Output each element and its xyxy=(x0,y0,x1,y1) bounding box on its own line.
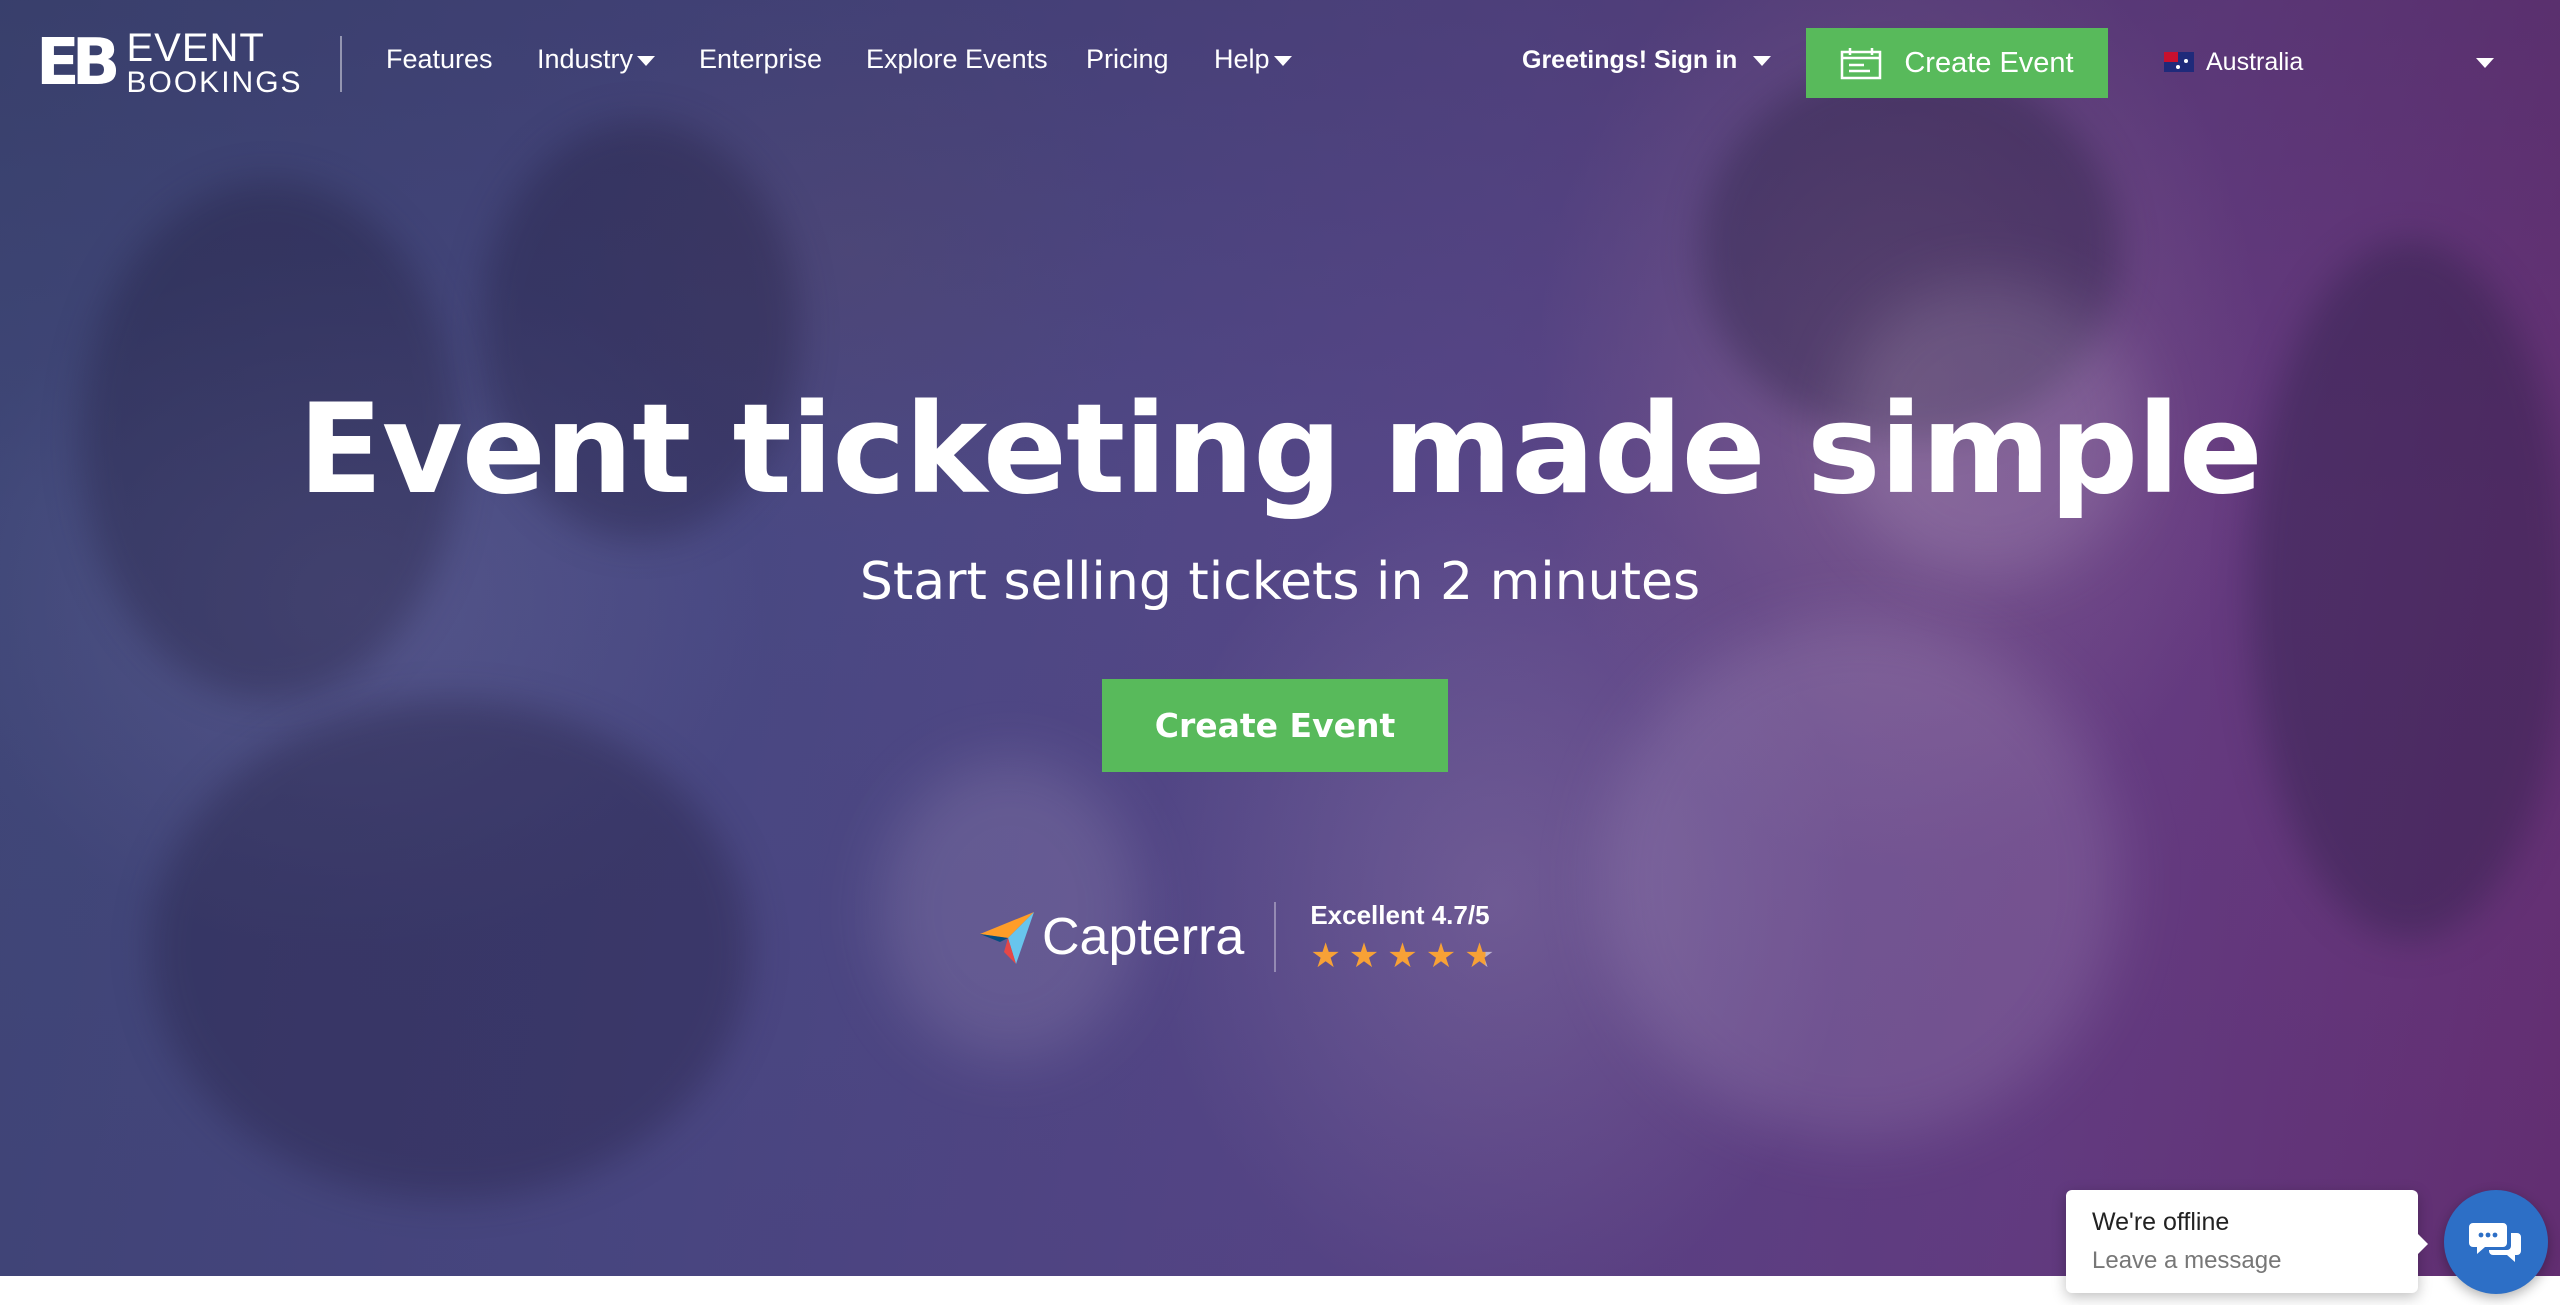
nav-create-event-button[interactable]: Create Event xyxy=(1806,28,2108,98)
brand-logo[interactable]: EB EVENT BOOKINGS xyxy=(36,28,303,98)
hero-create-event-button[interactable]: Create Event xyxy=(1102,679,1448,772)
nav-features[interactable]: Features xyxy=(386,44,493,75)
nav-industry[interactable]: Industry xyxy=(537,44,656,75)
logo-line-event: EVENT xyxy=(126,26,265,70)
chevron-down-icon xyxy=(1273,55,1292,66)
star-icon: ★ xyxy=(1348,937,1380,975)
chat-launcher-button[interactable] xyxy=(2444,1190,2548,1294)
sign-in-dropdown[interactable]: Greetings! Sign in xyxy=(1522,46,1772,75)
logo-wordmark: EVENT BOOKINGS xyxy=(127,28,303,98)
hero-headline: Event ticketing made simple xyxy=(298,378,2263,522)
half-star-icon: ★ xyxy=(1464,937,1495,975)
nav-pricing[interactable]: Pricing xyxy=(1086,44,1169,75)
nav-help[interactable]: Help xyxy=(1214,44,1292,75)
capterra-logo: Capterra xyxy=(978,907,1244,967)
capterra-wordmark: Capterra xyxy=(1042,907,1245,966)
rating-block: Excellent 4.7/5 ★ ★ ★ ★ ★ xyxy=(1310,900,1494,973)
rating-stars: ★ ★ ★ ★ ★ xyxy=(1310,939,1494,973)
chat-status-title: We're offline xyxy=(2092,1208,2230,1236)
calendar-icon xyxy=(1841,48,1882,80)
nav-enterprise[interactable]: Enterprise xyxy=(699,44,822,75)
chat-offline-card[interactable]: We're offline Leave a message xyxy=(2066,1190,2428,1293)
star-icon: ★ xyxy=(1425,937,1457,975)
logo-line-bookings: BOOKINGS xyxy=(126,66,303,99)
rating-label: Excellent 4.7/5 xyxy=(1310,900,1490,930)
chat-leave-message-link[interactable]: Leave a message xyxy=(2092,1247,2418,1275)
star-icon: ★ xyxy=(1310,937,1341,975)
capterra-review-badge[interactable]: Capterra Excellent 4.7/5 ★ ★ ★ ★ ★ xyxy=(978,900,1495,973)
nav-industry-label: Industry xyxy=(537,44,634,74)
nav-divider xyxy=(340,36,342,92)
nav-help-label: Help xyxy=(1214,44,1270,74)
chevron-down-icon xyxy=(637,55,656,66)
top-navigation: EB EVENT BOOKINGS Features Industry Ente… xyxy=(0,0,2560,126)
nav-create-event-label: Create Event xyxy=(1904,46,2074,79)
nav-explore-events[interactable]: Explore Events xyxy=(866,44,1048,75)
chevron-down-icon xyxy=(1753,56,1772,67)
chat-bubbles-icon xyxy=(2469,1223,2521,1262)
star-icon: ★ xyxy=(1387,937,1418,975)
sign-in-label: Greetings! Sign in xyxy=(1522,46,1738,74)
chevron-down-icon xyxy=(2476,58,2494,68)
logo-mark: EB xyxy=(36,26,120,100)
hero-background xyxy=(0,0,2560,1276)
country-selector[interactable]: Australia xyxy=(2164,42,2494,82)
review-divider xyxy=(1274,901,1277,972)
country-label: Australia xyxy=(2206,47,2304,76)
capterra-arrow-icon xyxy=(980,911,1034,964)
hero-subheading: Start selling tickets in 2 minutes xyxy=(859,552,1701,612)
australia-flag-icon xyxy=(2164,52,2194,72)
